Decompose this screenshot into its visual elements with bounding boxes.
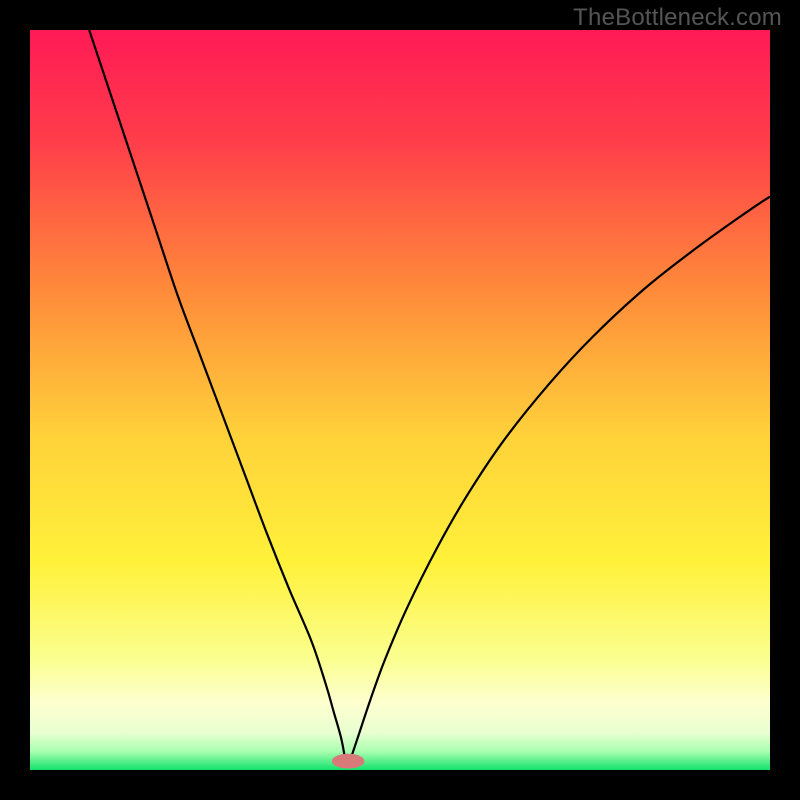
minimum-marker-group bbox=[332, 754, 365, 769]
gradient-background bbox=[30, 30, 770, 770]
minimum-marker bbox=[332, 754, 365, 769]
watermark-text: TheBottleneck.com bbox=[573, 4, 782, 32]
plot-area bbox=[30, 30, 770, 770]
chart-frame: TheBottleneck.com bbox=[0, 0, 800, 800]
chart-svg bbox=[30, 30, 770, 770]
